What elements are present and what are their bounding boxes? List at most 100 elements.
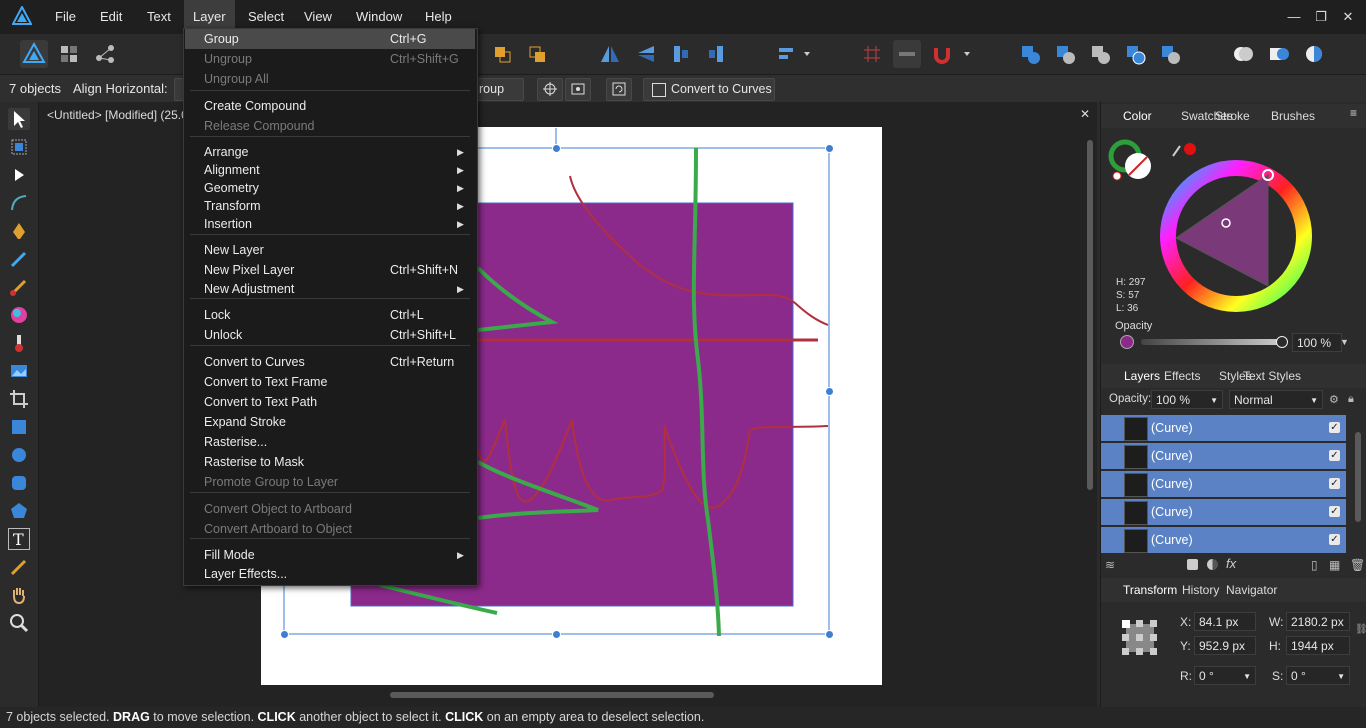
selection-handle-top[interactable] <box>552 144 561 153</box>
menu-item-new-layer[interactable]: New Layer <box>185 240 475 260</box>
menu-item-unlock[interactable]: Unlock Ctrl+Shift+L <box>185 325 475 345</box>
submenu-arrow-icon: ▶ <box>457 550 464 560</box>
layers-stack-icon[interactable]: ≋ <box>1105 558 1115 572</box>
selection-handle-bottom-left[interactable] <box>280 630 289 639</box>
tab-text-styles[interactable]: Text Styles <box>1243 369 1301 383</box>
opacity-slider-handle[interactable] <box>1276 336 1288 348</box>
layers-scroll-thumb[interactable] <box>1355 432 1361 522</box>
blend-mode-select[interactable]: Normal ▼ <box>1229 390 1323 409</box>
status-bar: 7 objects selected. DRAG to move selecti… <box>0 707 1366 728</box>
layers-scrollbar[interactable] <box>1354 418 1362 550</box>
tab-transform[interactable]: Transform <box>1123 583 1177 597</box>
menu-item-rasterise[interactable]: Rasterise... <box>185 432 475 452</box>
selection-handle-top-right[interactable] <box>825 144 834 153</box>
layer-opacity-field[interactable]: 100 % ▼ <box>1151 390 1223 409</box>
menu-item-transform[interactable]: Transform ▶ <box>185 196 475 216</box>
lock-icon[interactable]: 🔒︎ <box>1348 393 1354 406</box>
layer-visibility-checkbox[interactable]: ✓ <box>1329 478 1340 489</box>
layer-name: (Curve) <box>1151 533 1193 547</box>
menu-item-alignment[interactable]: Alignment ▶ <box>185 160 475 180</box>
panel-menu-icon[interactable]: ≡ <box>1350 106 1357 120</box>
layer-visibility-checkbox[interactable]: ✓ <box>1329 422 1340 433</box>
y-field[interactable]: 952.9 px <box>1194 636 1256 655</box>
link-aspect-icon[interactable]: ⛓︎ <box>1355 624 1366 635</box>
menu-item-layer-effects[interactable]: Layer Effects... <box>185 564 475 584</box>
layer-visibility-checkbox[interactable]: ✓ <box>1329 534 1340 545</box>
menu-item-geometry[interactable]: Geometry ▶ <box>185 178 475 198</box>
width-field[interactable]: 2180.2 px <box>1286 612 1350 631</box>
layer-row[interactable]: (Curve) ✓ <box>1101 499 1346 527</box>
tab-brushes[interactable]: Brushes <box>1271 109 1315 123</box>
menu-item-label: Create Compound <box>204 99 307 113</box>
layer-row[interactable]: (Curve) ✓ <box>1101 415 1346 443</box>
shear-field[interactable]: 0 ° ▼ <box>1286 666 1350 685</box>
mask-layer-icon[interactable] <box>1187 559 1198 570</box>
anchor-point-selector-icon[interactable] <box>1120 618 1160 658</box>
height-field[interactable]: 1944 px <box>1286 636 1350 655</box>
menu-item-label: New Pixel Layer <box>204 263 295 277</box>
tab-color[interactable]: Color <box>1123 109 1152 123</box>
menu-item-lock[interactable]: Lock Ctrl+L <box>185 305 475 325</box>
submenu-arrow-icon: ▶ <box>457 201 464 211</box>
delete-layer-icon[interactable]: 🗑︎ <box>1350 558 1365 572</box>
tab-history[interactable]: History <box>1182 583 1219 597</box>
selection-handle-right[interactable] <box>825 387 834 396</box>
layer-visibility-checkbox[interactable]: ✓ <box>1329 506 1340 517</box>
menu-item-arrange[interactable]: Arrange ▶ <box>185 142 475 162</box>
layer-row[interactable]: (Curve) ✓ <box>1101 527 1346 555</box>
selection-handle-bottom-right[interactable] <box>825 630 834 639</box>
opacity-slider[interactable] <box>1141 339 1281 345</box>
menu-item-label: Release Compound <box>204 119 315 133</box>
shear-label: S: <box>1272 669 1284 683</box>
tab-navigator[interactable]: Navigator <box>1226 583 1277 597</box>
menu-item-new-adjustment[interactable]: New Adjustment ▶ <box>185 279 475 299</box>
menu-item-expand-stroke[interactable]: Expand Stroke <box>185 412 475 432</box>
rotation-field[interactable]: 0 ° ▼ <box>1194 666 1256 685</box>
add-layer-icon[interactable]: ▯ <box>1311 558 1318 572</box>
layer-settings-gear-icon[interactable]: ⚙ <box>1329 393 1339 406</box>
menu-item-create-compound[interactable]: Create Compound <box>185 96 475 116</box>
horizontal-scrollbar[interactable] <box>44 690 1080 700</box>
menu-item-group[interactable]: Group Ctrl+G <box>185 29 475 49</box>
blend-mode-value: Normal <box>1234 393 1273 407</box>
opacity-dropdown-icon[interactable]: ▼ <box>1340 333 1350 352</box>
layer-row[interactable]: (Curve) ✓ <box>1101 443 1346 471</box>
color-wheel[interactable] <box>1108 138 1353 328</box>
menu-item-shortcut: Ctrl+Shift+L <box>390 328 457 342</box>
opacity-field[interactable]: 100 % <box>1292 333 1342 352</box>
menu-item-convert-to-curves[interactable]: Convert to Curves Ctrl+Return <box>185 352 475 372</box>
menu-item-shortcut: Ctrl+G <box>390 32 427 46</box>
selection-handle-bottom[interactable] <box>552 630 561 639</box>
vertical-scrollbar[interactable] <box>1085 130 1095 680</box>
menu-item-convert-to-text-path[interactable]: Convert to Text Path <box>185 392 475 412</box>
current-color-swatch[interactable] <box>1120 335 1134 349</box>
menu-item-label: New Layer <box>204 243 264 257</box>
menu-item-label: Convert Artboard to Object <box>204 522 352 536</box>
fx-icon[interactable]: fx <box>1226 556 1236 571</box>
y-label: Y: <box>1180 639 1191 653</box>
vertical-scroll-thumb[interactable] <box>1087 140 1093 490</box>
tab-stroke[interactable]: Stroke <box>1215 109 1250 123</box>
x-field[interactable]: 84.1 px <box>1194 612 1256 631</box>
menu-item-insertion[interactable]: Insertion ▶ <box>185 214 475 234</box>
tab-effects[interactable]: Effects <box>1164 369 1200 383</box>
menu-item-label: Alignment <box>204 163 260 177</box>
lightness-value: L: 36 <box>1116 303 1139 314</box>
menu-separator <box>190 492 470 493</box>
rotation-label: R: <box>1180 669 1192 683</box>
menu-separator <box>190 136 470 137</box>
tab-layers[interactable]: Layers <box>1124 369 1160 383</box>
add-pixel-layer-icon[interactable]: ▦ <box>1329 558 1340 572</box>
menu-item-rasterise-to-mask[interactable]: Rasterise to Mask <box>185 452 475 472</box>
adjustment-icon[interactable] <box>1207 559 1218 570</box>
horizontal-scroll-thumb[interactable] <box>390 692 714 698</box>
menu-separator <box>190 538 470 539</box>
layer-visibility-checkbox[interactable]: ✓ <box>1329 450 1340 461</box>
menu-item-new-pixel-layer[interactable]: New Pixel Layer Ctrl+Shift+N <box>185 260 475 280</box>
menu-item-label: Arrange <box>204 145 249 159</box>
layer-row[interactable]: (Curve) ✓ <box>1101 471 1346 499</box>
menu-item-convert-to-text-frame[interactable]: Convert to Text Frame <box>185 372 475 392</box>
layer-menu-dropdown: Group Ctrl+G Ungroup Ctrl+Shift+G Ungroup Al… <box>183 28 478 586</box>
menu-item-label: Expand Stroke <box>204 415 286 429</box>
menu-item-fill-mode[interactable]: Fill Mode ▶ <box>185 545 475 565</box>
